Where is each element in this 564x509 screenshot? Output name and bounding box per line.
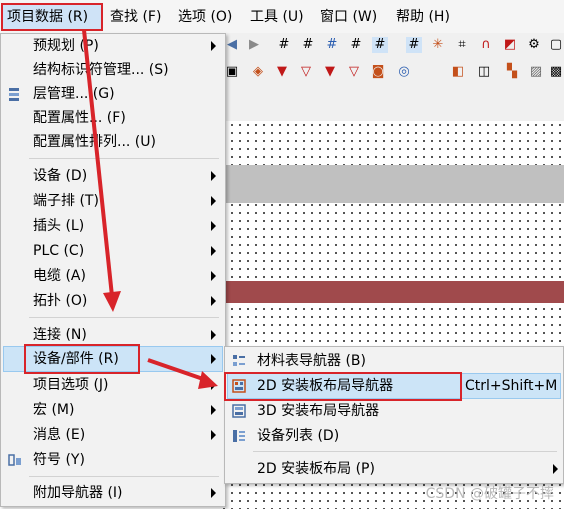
annotation-arrow-head [103, 291, 121, 312]
annotation-arrow-line [82, 29, 114, 297]
annotation-arrow-head [198, 371, 218, 389]
watermark: CSDN @破罐子不摔 [425, 486, 554, 502]
annotation-arrows [82, 29, 218, 389]
annotation-arrow-line [147, 358, 207, 382]
